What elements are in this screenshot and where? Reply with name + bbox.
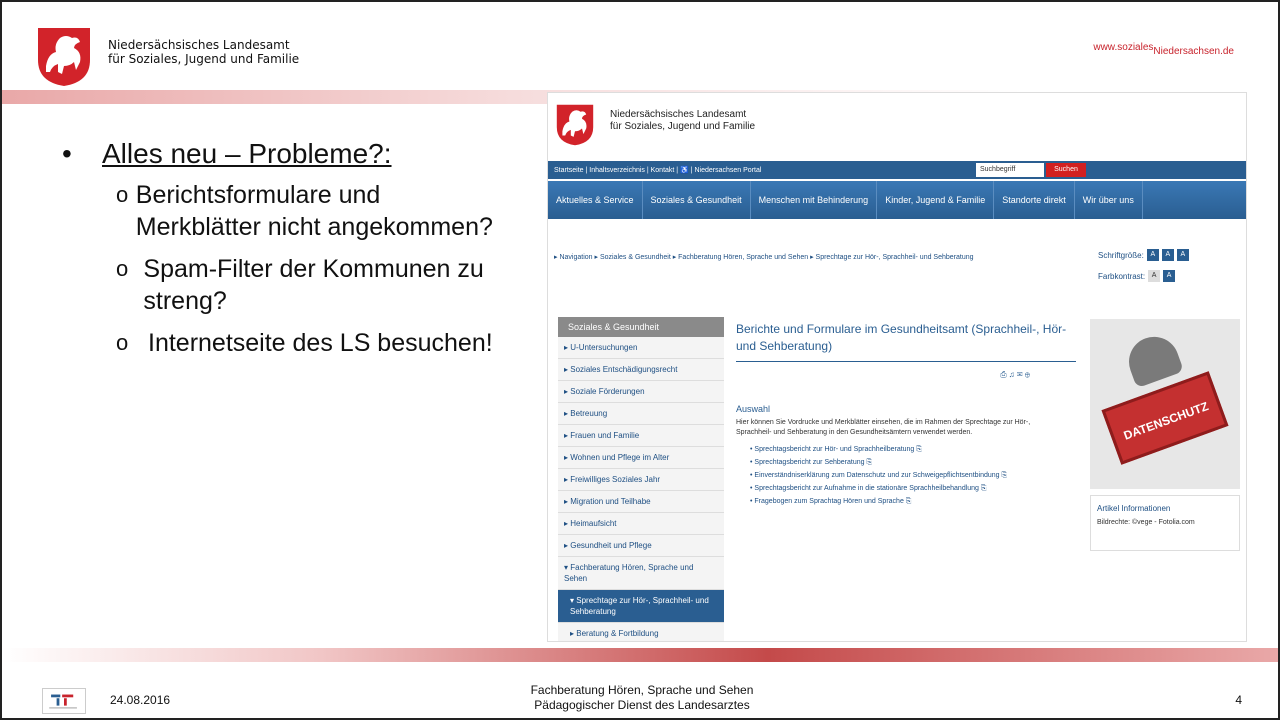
web-sidebar: Soziales & Gesundheit ▸ U-Untersuchungen… (558, 317, 724, 641)
footer-center: Fachberatung Hören, Sprache und Sehen Pä… (442, 683, 842, 713)
contrast-control: Farbkontrast: A A (1098, 270, 1176, 282)
web-org-line2: für Soziales, Jugend und Familie (610, 121, 756, 132)
font-size-small-button[interactable]: A (1146, 249, 1159, 261)
web-nav-item[interactable]: Wir über uns (1075, 181, 1143, 219)
website-url: www.sozialesNiedersachsen.de (1093, 42, 1234, 57)
org-name-line2: für Soziales, Jugend und Familie (108, 52, 300, 66)
article-info-heading: Artikel Informationen (1097, 504, 1171, 513)
footer-line1: Fachberatung Hören, Sprache und Sehen (530, 683, 754, 697)
sidebar-item[interactable]: ▸ Gesundheit und Pflege (558, 535, 724, 557)
download-link[interactable]: • Sprechtagsbericht zur Sehberatung ⎘ (750, 457, 1076, 468)
sidebar-item[interactable]: ▸ Soziale Förderungen (558, 381, 724, 403)
main-bullet: • Alles neu – Probleme?: (62, 137, 512, 171)
bullet-list: • Alles neu – Probleme?: o Berichtsformul… (62, 137, 512, 369)
sub-bullet-text: Berichtsformulare und Merkblätter nicht … (135, 181, 493, 241)
sidebar-item[interactable]: ▸ Freiwilliges Soziales Jahr (558, 469, 724, 491)
sidebar-item[interactable]: ▸ Wohnen und Pflege im Alter (558, 447, 724, 469)
contrast-label: Farbkontrast: (1098, 271, 1146, 281)
slide: Niedersächsisches Landesamt für Soziales… (0, 0, 1280, 720)
footer-date: 24.08.2016 (110, 693, 171, 707)
page-number: 4 (1235, 693, 1242, 707)
org-name: Niedersächsisches Landesamt für Soziales… (108, 38, 299, 66)
footer-line2: Pädagogischer Dienst des Landesarztes (534, 698, 750, 712)
footer-gradient-band (2, 648, 1278, 662)
web-top-nav: Startseite | Inhaltsverzeichnis | Kontak… (548, 161, 1246, 179)
web-nav-item[interactable]: Kinder, Jugend & Familie (877, 181, 995, 219)
sidebar-item-selected[interactable]: ▾ Sprechtage zur Hör-, Sprachheil- und S… (558, 590, 724, 623)
url-prefix: www.soziales (1093, 42, 1154, 53)
auswahl-heading: Auswahl (736, 404, 771, 414)
download-link[interactable]: • Sprechtagsbericht zur Hör- und Sprachh… (750, 444, 1076, 455)
main-bullet-text: Alles neu – Probleme?: (102, 138, 392, 169)
sub-bullet-text: Spam-Filter der Kommunen zu streng? (143, 255, 484, 315)
lower-saxony-horse-logo (556, 104, 594, 146)
slide-header: Niedersächsisches Landesamt für Soziales… (2, 2, 1278, 92)
web-search-input[interactable]: Suchbegriff (976, 163, 1044, 177)
sub-bullet-list: o Berichtsformulare und Merkblätter nicht… (116, 179, 512, 359)
web-top-nav-links[interactable]: Startseite | Inhaltsverzeichnis | Kontak… (554, 166, 761, 174)
sub-bullet: o Spam-Filter der Kommunen zu streng? (116, 253, 512, 317)
org-name-line1: Niedersächsisches Landesamt (108, 38, 290, 52)
sidebar-head: Soziales & Gesundheit (558, 317, 724, 337)
website-screenshot: Niedersächsisches Landesamt für Soziales… (547, 92, 1247, 642)
footer-logo (42, 688, 86, 714)
sidebar-item[interactable]: ▸ Betreuung (558, 403, 724, 425)
download-list: • Sprechtagsbericht zur Hör- und Sprachh… (736, 444, 1076, 507)
stamp-base: DATENSCHUTZ (1101, 371, 1229, 465)
sidebar-item[interactable]: ▾ Fachberatung Hören, Sprache und Sehen (558, 557, 724, 590)
web-breadcrumb[interactable]: ▸ Navigation ▸ Soziales & Gesundheit ▸ F… (554, 253, 974, 261)
download-link[interactable]: • Fragebogen zum Sprachtag Hören und Spr… (750, 496, 1076, 507)
font-size-large-button[interactable]: A (1176, 249, 1189, 261)
article-info-box: Artikel Informationen Bildrechte: ©vege … (1090, 495, 1240, 551)
sub-bullet: o Berichtsformulare und Merkblätter nicht… (116, 179, 512, 243)
article-info-text: Bildrechte: ©vege - Fotolia.com (1097, 519, 1195, 526)
contrast-high-button[interactable]: A (1163, 270, 1176, 282)
sidebar-item[interactable]: ▸ Frauen und Familie (558, 425, 724, 447)
web-org-name: Niedersächsisches Landesamt für Soziales… (610, 109, 755, 133)
contrast-normal-button[interactable]: A (1148, 270, 1161, 282)
lower-saxony-horse-logo (38, 28, 90, 86)
web-main-nav: Aktuelles & Service Soziales & Gesundhei… (548, 181, 1246, 219)
web-nav-item[interactable]: Soziales & Gesundheit (643, 181, 751, 219)
sub-bullet: o Internetseite des LS besuchen! (116, 329, 493, 357)
web-nav-item[interactable]: Menschen mit Behinderung (751, 181, 878, 219)
web-nav-item[interactable]: Standorte direkt (994, 181, 1075, 219)
font-size-label: Schriftgröße: (1098, 250, 1144, 260)
sidebar-item[interactable]: ▸ U-Untersuchungen (558, 337, 724, 359)
font-size-medium-button[interactable]: A (1161, 249, 1174, 261)
font-size-control: Schriftgröße: A A A (1098, 249, 1189, 261)
intro-text: Hier können Sie Vordrucke und Merkblätte… (736, 419, 1031, 436)
datenschutz-stamp-image: DATENSCHUTZ (1090, 319, 1240, 489)
sidebar-item[interactable]: ▸ Soziales Entschädigungsrecht (558, 359, 724, 381)
stamp-handle (1121, 329, 1185, 389)
download-link[interactable]: • Sprechtagsbericht zur Aufnahme in die … (750, 483, 1076, 494)
sidebar-item[interactable]: ▸ Migration und Teilhabe (558, 491, 724, 513)
sidebar-item[interactable]: ▸ Beratung & Fortbildung (558, 623, 724, 641)
url-suffix: Niedersachsen.de (1153, 46, 1234, 57)
web-nav-item[interactable]: Aktuelles & Service (548, 181, 643, 219)
web-search-button[interactable]: Suchen (1046, 163, 1086, 177)
share-icons[interactable]: ⎙ ♫ ✉ ⊕ (736, 370, 1076, 380)
sub-bullet-text: Internetseite des LS besuchen! (148, 329, 493, 357)
content-title: Berichte und Formulare im Gesundheitsamt… (736, 321, 1076, 362)
web-org-line1: Niedersächsisches Landesamt (610, 109, 747, 120)
web-content: Berichte und Formulare im Gesundheitsamt… (736, 321, 1076, 509)
download-link[interactable]: • Einverständniserklärung zum Datenschut… (750, 470, 1076, 481)
bullet-dot: • (62, 138, 72, 169)
sidebar-item[interactable]: ▸ Heimaufsicht (558, 513, 724, 535)
